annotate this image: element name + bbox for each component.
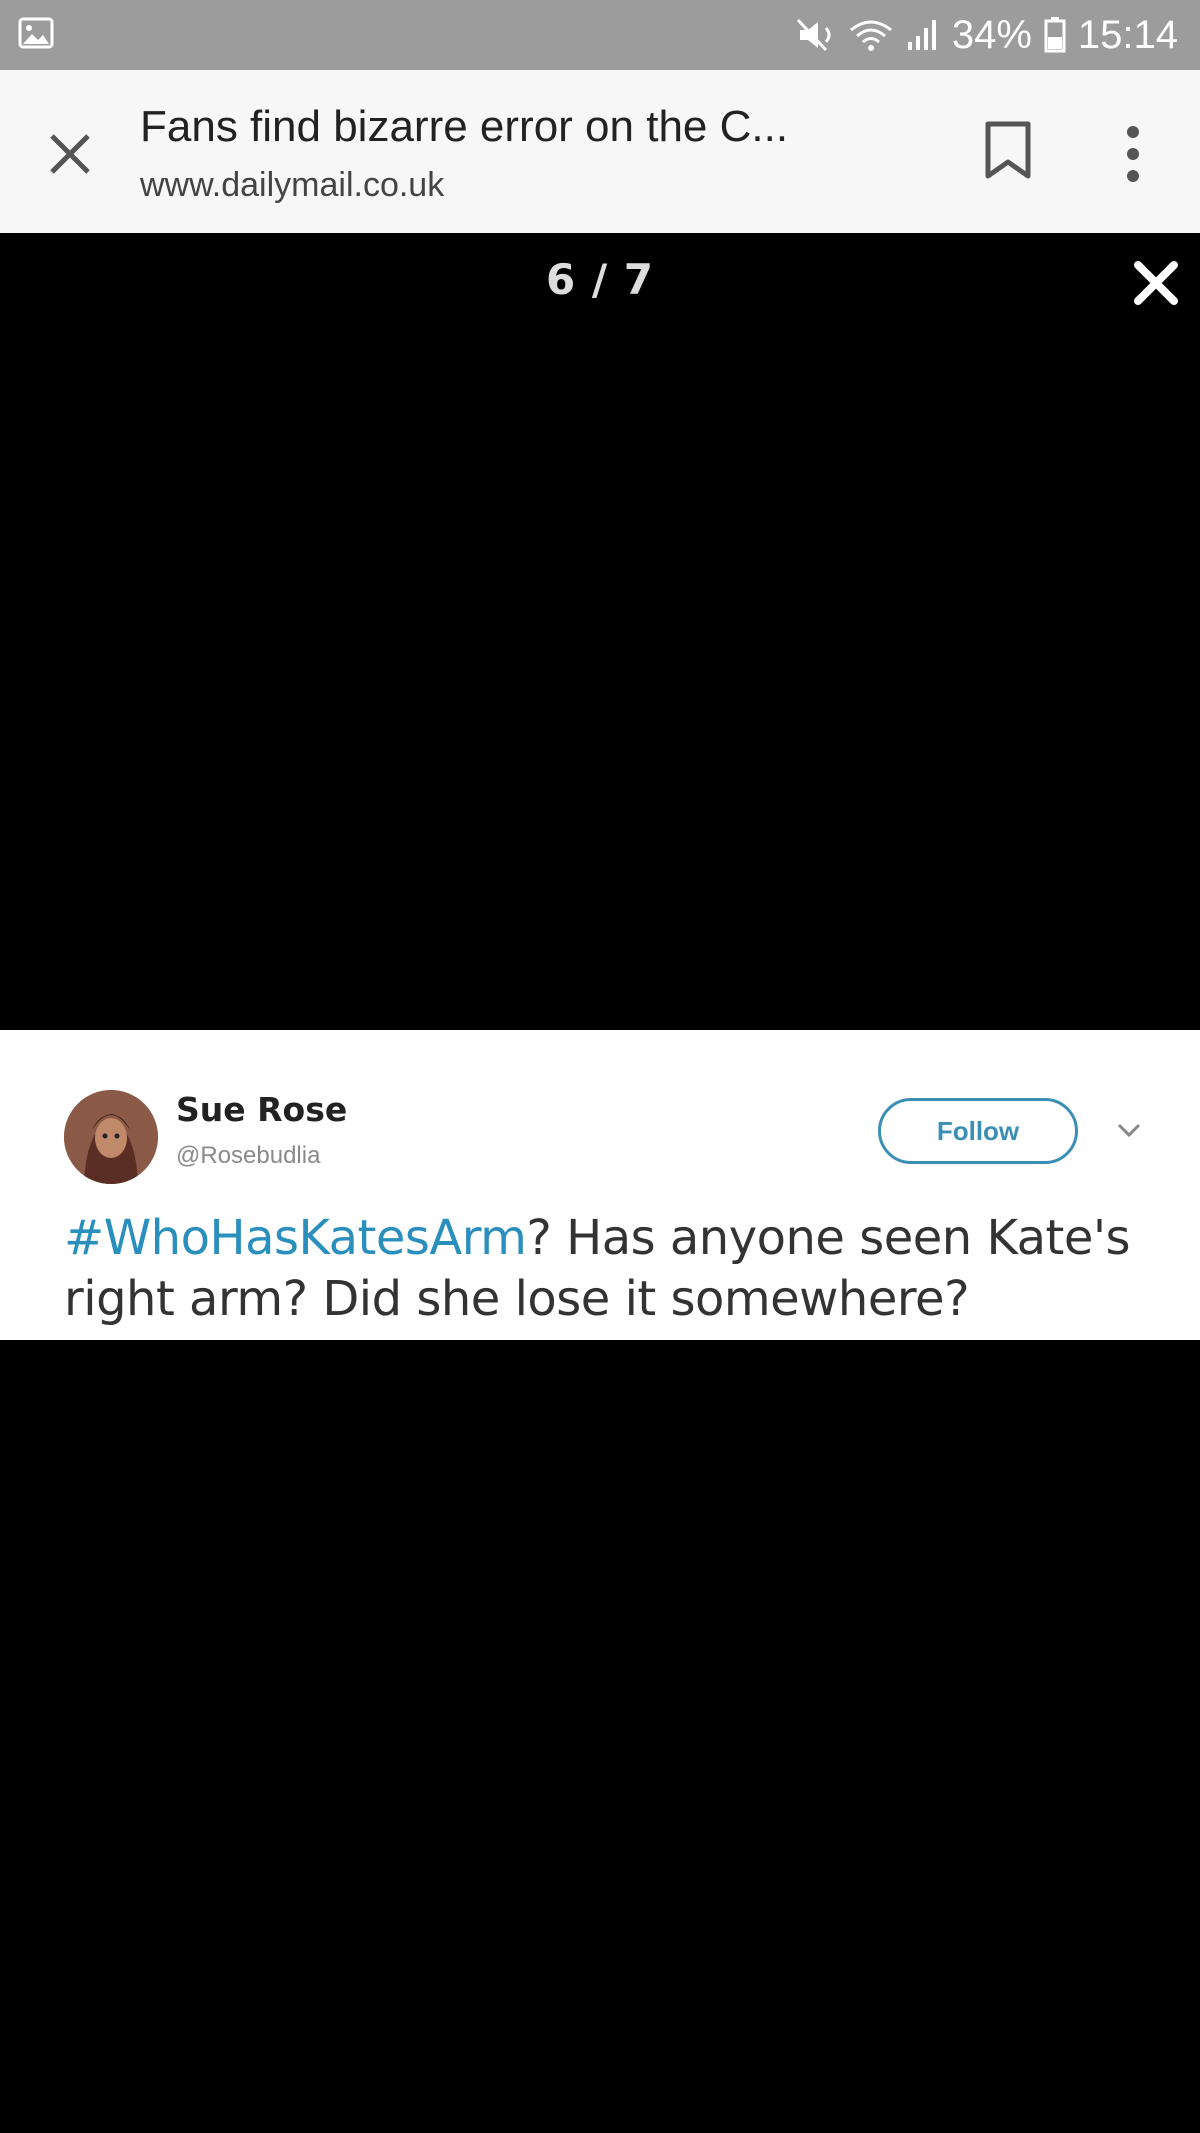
tweet-hashtag: #WhoHasKatesArm xyxy=(64,1210,527,1266)
chevron-down-icon xyxy=(1114,1118,1144,1142)
close-icon[interactable] xyxy=(42,126,98,182)
battery-icon xyxy=(1044,17,1066,53)
tweet-author-name: Sue Rose xyxy=(176,1090,348,1129)
signal-icon xyxy=(906,18,940,52)
image-counter: 6 / 7 xyxy=(545,255,655,304)
follow-button: Follow xyxy=(878,1098,1078,1164)
image-notification-icon xyxy=(18,17,54,49)
battery-percent: 34% xyxy=(951,12,1032,57)
image-viewer: 6 / 7 Sue Rose @Rosebudlia Follow #WhoHa… xyxy=(0,233,1200,2133)
tweet-image: Sue Rose @Rosebudlia Follow #WhoHasKates… xyxy=(0,1030,1200,1340)
clock: 15:14 xyxy=(1077,12,1178,57)
status-bar: 34% 15:14 xyxy=(0,0,1200,70)
avatar xyxy=(64,1090,158,1184)
page-title: Fans find bizarre error on the C... xyxy=(140,102,789,151)
bookmark-icon[interactable] xyxy=(982,120,1034,182)
tweet-text: #WhoHasKatesArm? Has anyone seen Kate's … xyxy=(64,1208,1174,1330)
page-url: www.dailymail.co.uk xyxy=(140,166,445,204)
more-vert-icon[interactable] xyxy=(1110,124,1156,184)
tweet-text-line1: ? Has anyone seen Kate's xyxy=(526,1210,1131,1266)
browser-toolbar: Fans find bizarre error on the C... www.… xyxy=(0,70,1200,233)
wifi-icon xyxy=(848,18,894,52)
tweet-text-line2: right arm? Did she lose it somewhere? xyxy=(64,1271,970,1327)
tweet-author-handle: @Rosebudlia xyxy=(176,1142,321,1169)
close-icon[interactable] xyxy=(1128,255,1184,311)
mute-icon xyxy=(796,18,836,52)
